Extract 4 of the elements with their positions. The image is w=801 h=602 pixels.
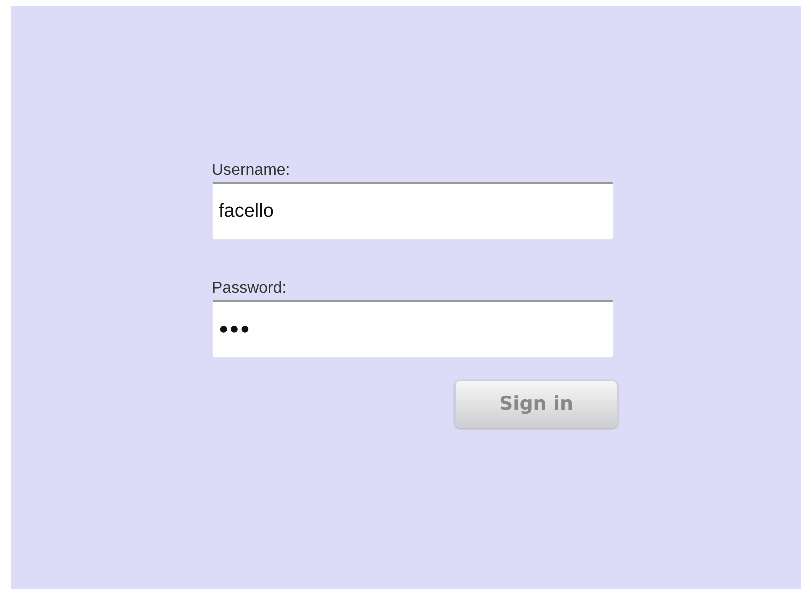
input-field[interactable]: ●●● <box>212 300 614 358</box>
input-field[interactable]: facello <box>212 182 614 240</box>
field-label: Username: <box>212 161 290 181</box>
field-label: Password: <box>212 279 287 299</box>
